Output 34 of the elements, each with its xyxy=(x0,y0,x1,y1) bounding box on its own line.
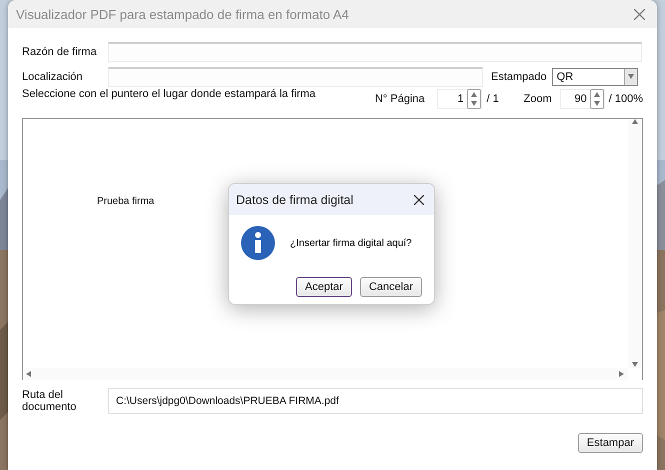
field-label: Razón de firma xyxy=(22,46,98,58)
stamp-select[interactable]: QR xyxy=(552,68,638,86)
stamp-button[interactable]: Estampar xyxy=(578,433,643,453)
dialog-title: Datos de firma digital xyxy=(236,192,354,206)
field-label: Ruta del documento xyxy=(22,389,78,413)
arrow-right-icon[interactable] xyxy=(619,371,625,377)
close-icon[interactable] xyxy=(414,194,424,204)
field-label: Estampado xyxy=(491,71,547,83)
field-label: Zoom xyxy=(524,93,552,105)
arrow-down-icon[interactable] xyxy=(594,100,600,106)
location-field[interactable] xyxy=(108,67,483,87)
arrow-up-icon[interactable] xyxy=(470,92,477,98)
path-field[interactable]: C:\Users\jdpg0\Downloads\PRUEBA FIRMA.pdf xyxy=(108,388,643,414)
zoom-spinner[interactable]: 90 xyxy=(560,89,605,109)
arrow-down-icon[interactable] xyxy=(632,362,638,368)
cancel-button[interactable]: Cancelar xyxy=(360,277,422,297)
field-label: N° Página xyxy=(374,93,425,105)
reason-field[interactable] xyxy=(108,42,642,62)
arrow-up-icon[interactable] xyxy=(632,119,638,125)
info-icon xyxy=(240,225,276,261)
field-label: Localización xyxy=(22,71,84,83)
page-total: / 1 xyxy=(486,93,500,105)
zoom-suffix: / 100% xyxy=(608,93,643,105)
accept-button[interactable]: Aceptar xyxy=(296,277,352,297)
arrow-up-icon[interactable] xyxy=(594,92,600,98)
arrow-left-icon[interactable] xyxy=(26,371,32,377)
arrow-down-icon[interactable] xyxy=(470,100,477,106)
vertical-scrollbar[interactable] xyxy=(628,119,642,368)
window-title: Visualizador PDF para estampado de firma en formato A4 xyxy=(16,6,349,22)
page-spinner[interactable]: 1 xyxy=(436,89,482,109)
dialog-message: ¿Insertar firma digital aquí? xyxy=(290,238,412,248)
document-text: Prueba firma xyxy=(97,196,154,207)
arrow-down-icon[interactable] xyxy=(628,74,634,80)
instruction-text: Seleccione con el puntero el lugar donde estampará la firma xyxy=(22,88,317,100)
